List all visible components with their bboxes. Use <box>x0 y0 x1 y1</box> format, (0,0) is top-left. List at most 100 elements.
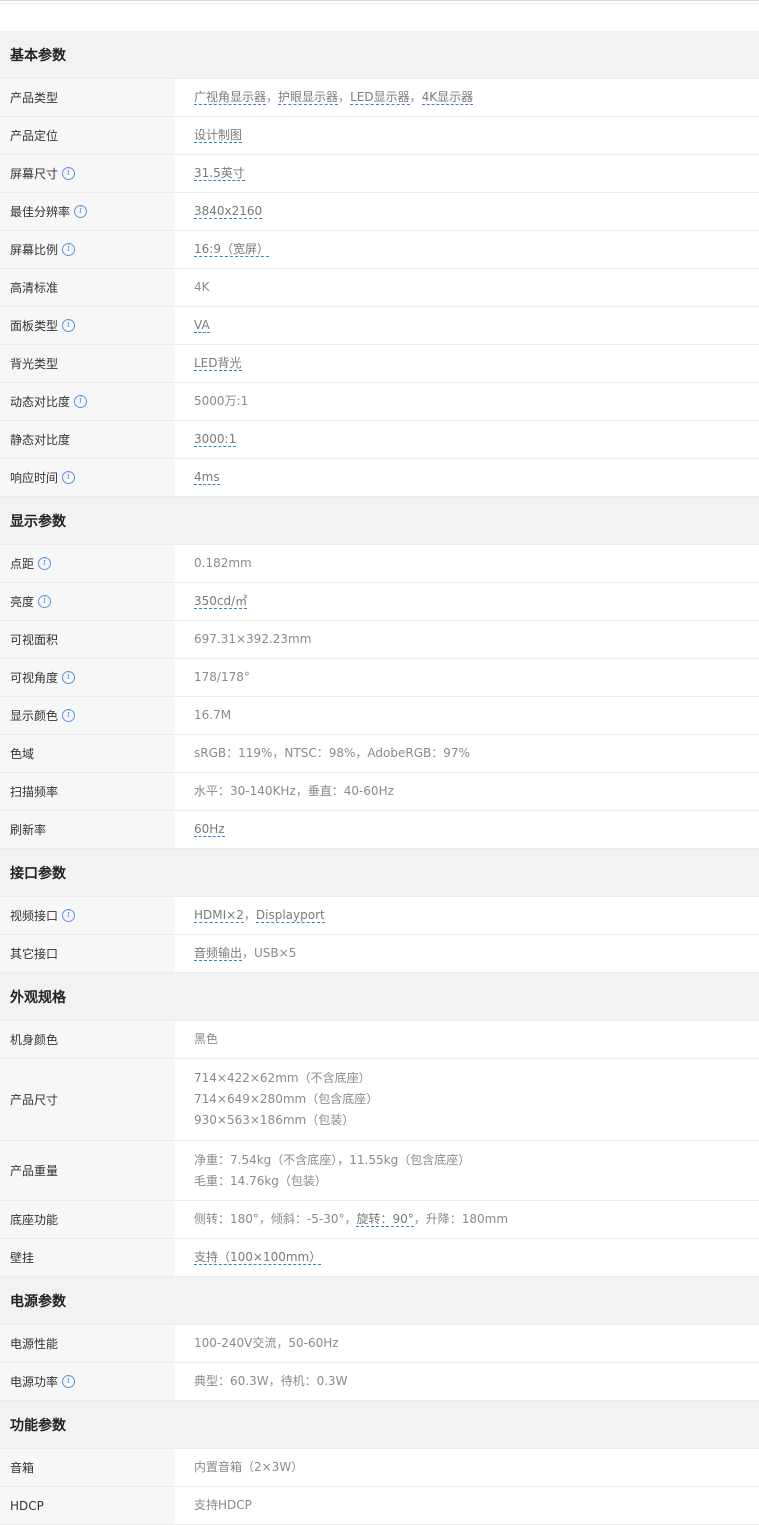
spec-value-line: 4ms <box>194 467 759 488</box>
spec-value-link[interactable]: 旋转：90° <box>356 1212 414 1227</box>
spec-value-text: 侧转：180°，倾斜：-5-30°， <box>194 1212 357 1226</box>
spec-value-line: 930×563×186mm（包装） <box>194 1110 759 1131</box>
info-icon[interactable]: i <box>62 671 76 684</box>
spec-label: 响应时间 <box>10 471 59 485</box>
spec-value-text: 714×422×62mm（不含底座） <box>194 1071 371 1085</box>
spec-value-link[interactable]: 3840x2160 <box>194 204 263 219</box>
spec-label-cell: 色域 <box>0 735 175 772</box>
spec-value-cell: sRGB：119%，NTSC：98%，AdobeRGB：97% <box>175 735 759 772</box>
spec-label-cell: 亮度 i <box>0 583 175 620</box>
spec-label: 产品类型 <box>10 91 59 105</box>
spec-value-line: 5000万:1 <box>194 391 759 412</box>
spec-value-cell: 侧转：180°，倾斜：-5-30°，旋转：90°，升降：180mm <box>175 1201 759 1238</box>
spec-value-link[interactable]: 支持（100×100mm） <box>194 1250 322 1265</box>
spec-value-line: 水平：30-140KHz，垂直：40-60Hz <box>194 781 759 802</box>
spec-label-cell: 静态对比度 <box>0 421 175 458</box>
spec-row: 显示颜色 i 16.7M <box>0 697 759 735</box>
info-icon[interactable]: i <box>62 1375 76 1388</box>
spec-value-cell: VA <box>175 307 759 344</box>
spec-value-text: 4K <box>194 280 210 294</box>
spec-value-link[interactable]: Displayport <box>255 908 325 923</box>
spec-value-link[interactable]: HDMI×2 <box>194 908 244 923</box>
info-icon[interactable]: i <box>62 319 76 332</box>
spec-value-link[interactable]: 4ms <box>194 470 220 485</box>
info-icon[interactable]: i <box>62 709 76 722</box>
spec-row: 产品尺寸 714×422×62mm（不含底座） 714×649×280mm（包含底座… <box>0 1059 759 1141</box>
spec-value-line: 广视角显示器，护眼显示器，LED显示器，4K显示器 <box>194 87 759 108</box>
spec-label-cell: 可视面积 <box>0 621 175 658</box>
spec-value-line: 0.182mm <box>194 553 759 574</box>
spec-value-line: 音频输出，USB×5 <box>194 943 759 964</box>
spec-value-link[interactable]: 音频输出 <box>194 946 243 961</box>
spec-value-cell: 100-240V交流，50-60Hz <box>175 1325 759 1362</box>
spec-value-cell: 697.31×392.23mm <box>175 621 759 658</box>
spec-label-cell: 产品定位 <box>0 117 175 154</box>
spec-value-line: 典型：60.3W，待机：0.3W <box>194 1371 759 1392</box>
spec-row: 色域 sRGB：119%，NTSC：98%，AdobeRGB：97% <box>0 735 759 773</box>
info-icon[interactable]: i <box>74 205 88 218</box>
spec-value-text: ， <box>338 90 351 104</box>
spec-value-link[interactable]: 广视角显示器 <box>194 90 267 105</box>
spec-value-link[interactable]: 31.5英寸 <box>194 166 245 181</box>
spec-value-cell: 音频输出，USB×5 <box>175 935 759 972</box>
spec-label-cell: 电源性能 <box>0 1325 175 1362</box>
info-icon[interactable]: i <box>62 167 76 180</box>
spec-value-text: 697.31×392.23mm <box>194 632 312 646</box>
spec-label: 最佳分辨率 <box>10 205 71 219</box>
spec-row: 产品类型 广视角显示器，护眼显示器，LED显示器，4K显示器 <box>0 79 759 117</box>
spec-label-cell: 产品重量 <box>0 1141 175 1200</box>
spec-value-line: sRGB：119%，NTSC：98%，AdobeRGB：97% <box>194 743 759 764</box>
spec-value-link[interactable]: LED显示器 <box>350 90 410 105</box>
spec-value-link[interactable]: 4K显示器 <box>421 90 474 105</box>
spec-value-link[interactable]: 3000:1 <box>194 432 237 447</box>
spec-row: 可视角度 i 178/178° <box>0 659 759 697</box>
info-icon[interactable]: i <box>62 471 76 484</box>
spec-value-line: 3000:1 <box>194 429 759 450</box>
spec-value-line: 4K <box>194 277 759 298</box>
spec-value-link[interactable]: VA <box>194 318 210 333</box>
spec-row: 底座功能 侧转：180°，倾斜：-5-30°，旋转：90°，升降：180mm <box>0 1201 759 1239</box>
spec-value-text: 毛重：14.76kg（包装） <box>194 1173 327 1188</box>
spec-value-cell: 714×422×62mm（不含底座） 714×649×280mm（包含底座） 930… <box>175 1059 759 1140</box>
spec-value-line: 714×649×280mm（包含底座） <box>194 1089 759 1110</box>
spec-value-cell: 支持（100×100mm） <box>175 1239 759 1276</box>
spec-value-cell: 350cd/㎡ <box>175 583 759 620</box>
spec-value-cell: 31.5英寸 <box>175 155 759 192</box>
spec-value-cell: 4ms <box>175 459 759 496</box>
section-header: 基本参数 <box>0 31 759 79</box>
spec-label: 视频接口 <box>10 909 59 923</box>
spec-value-link[interactable]: 60Hz <box>194 822 225 837</box>
spec-value-line: 支持HDCP <box>194 1495 759 1516</box>
spec-label: 刷新率 <box>10 823 47 837</box>
spec-label: 静态对比度 <box>10 433 71 447</box>
info-icon[interactable]: i <box>62 243 76 256</box>
spec-value-cell: 16:9（宽屏） <box>175 231 759 268</box>
spec-value-line: 内置音箱（2×3W） <box>194 1457 759 1478</box>
spec-label: 产品重量 <box>10 1164 59 1178</box>
spec-row: 刷新率 60Hz <box>0 811 759 849</box>
spec-row: 产品重量 净重：7.54kg（不含底座），11.55kg（包含底座） 毛重：14.7… <box>0 1141 759 1201</box>
spec-row: 面板类型 i VA <box>0 307 759 345</box>
spec-label-cell: 显示颜色 i <box>0 697 175 734</box>
spec-value-text: 16.7M <box>194 708 232 722</box>
info-icon[interactable]: i <box>62 909 76 922</box>
info-icon[interactable]: i <box>38 595 52 608</box>
spec-row: 动态对比度 i 5000万:1 <box>0 383 759 421</box>
spec-label: 其它接口 <box>10 947 59 961</box>
spec-row: 产品定位 设计制图 <box>0 117 759 155</box>
info-icon[interactable]: i <box>74 395 88 408</box>
spec-value-link[interactable]: 350cd/㎡ <box>194 594 248 609</box>
spec-value-cell: 0.182mm <box>175 545 759 582</box>
spec-value-text: 典型：60.3W，待机：0.3W <box>194 1374 348 1388</box>
spec-row: 其它接口 音频输出，USB×5 <box>0 935 759 973</box>
spec-value-link[interactable]: 16:9（宽屏） <box>194 242 269 257</box>
spec-value-link[interactable]: LED背光 <box>194 356 242 371</box>
spec-label-cell: 电源功率 i <box>0 1363 175 1400</box>
spec-value-link[interactable]: 护眼显示器 <box>278 90 339 105</box>
spec-label: 背光类型 <box>10 357 59 371</box>
spec-value-text: 水平：30-140KHz，垂直：40-60Hz <box>194 784 394 798</box>
spec-value-text: ， <box>243 908 256 922</box>
info-icon[interactable]: i <box>38 557 52 570</box>
spec-value-text: 714×649×280mm（包含底座） <box>194 1092 379 1106</box>
spec-value-link[interactable]: 设计制图 <box>194 128 243 143</box>
